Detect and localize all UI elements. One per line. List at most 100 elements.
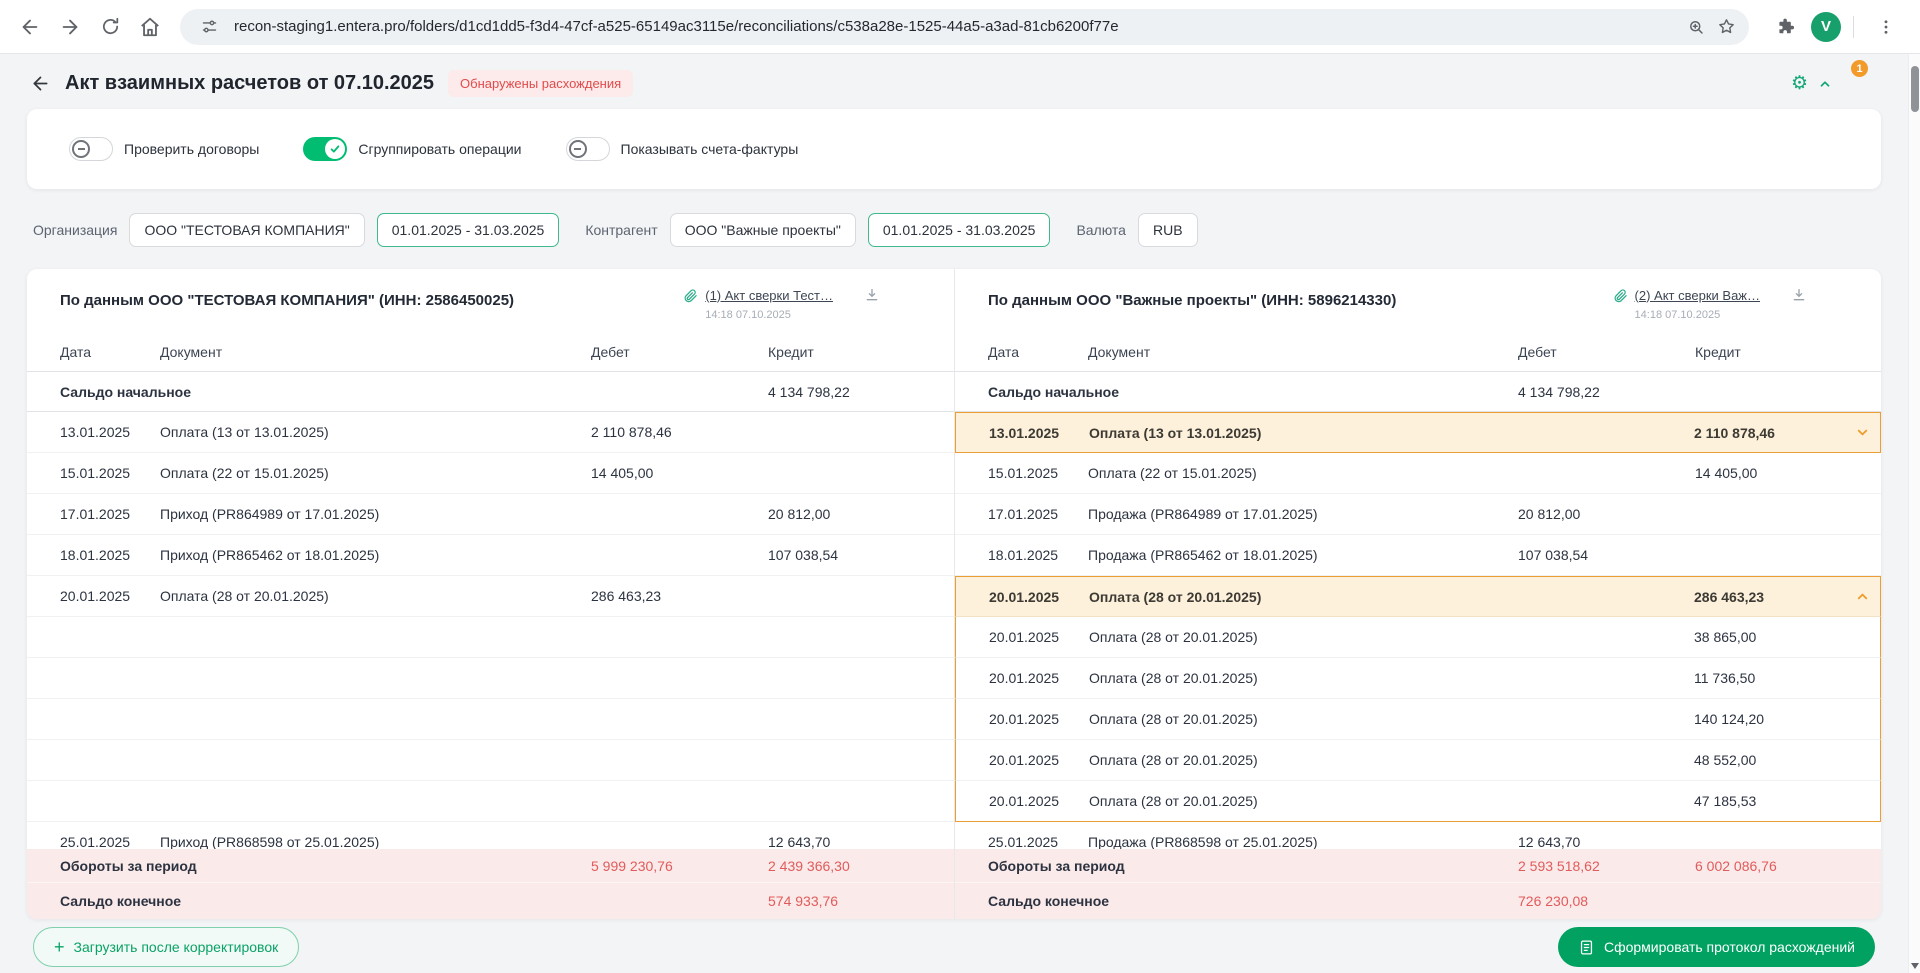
scrollbar-down-arrow[interactable]: [1911, 963, 1919, 969]
totals-debit: 2 593 518,62: [1518, 857, 1600, 874]
row-credit: 48 552,00: [1694, 752, 1757, 768]
row-label: Сальдо начальное: [988, 383, 1119, 400]
rows-area: Сальдо начальное 4 134 798,22 13.01.2025 Оп…: [27, 371, 954, 849]
reconciliation-table: По данным ООО "ТЕСТОВАЯ КОМПАНИЯ" (ИНН: …: [27, 269, 1881, 919]
chevron-up-icon[interactable]: [1844, 589, 1880, 604]
toggle-switch-off[interactable]: [69, 137, 113, 161]
grouped-operation-row[interactable]: 13.01.2025 Оплата (13 от 13.01.2025) 2 110…: [955, 412, 1881, 453]
row-debit: 12 643,70: [1518, 834, 1581, 849]
download-icon[interactable]: [864, 287, 880, 303]
scrollbar-thumb[interactable]: [1911, 66, 1919, 112]
row-date: 13.01.2025: [989, 424, 1060, 441]
toggle-switch-off[interactable]: [565, 137, 610, 161]
row-date: 20.01.2025: [989, 752, 1060, 768]
browser-forward-button[interactable]: [50, 7, 90, 47]
filters-row: Организация ООО "ТЕСТОВАЯ КОМПАНИЯ" 01.0…: [0, 189, 1908, 269]
row-label: Сальдо начальное: [60, 383, 191, 400]
currency-label: Валюта: [1076, 222, 1126, 238]
attachment-block: (2) Акт сверки Важ… 14:18 07.10.2025: [1613, 287, 1807, 321]
table-row: 20.01.2025 Оплата (28 от 20.01.2025) 11 73…: [955, 658, 1881, 699]
row-credit: 140 124,20: [1694, 711, 1765, 727]
puzzle-icon: [1778, 18, 1794, 34]
row-document: Оплата (28 от 20.01.2025): [1089, 588, 1262, 605]
row-document: Оплата (28 от 20.01.2025): [1089, 711, 1258, 727]
currency-select[interactable]: RUB: [1137, 213, 1198, 247]
browser-back-button[interactable]: [10, 7, 50, 47]
row-date: 20.01.2025: [989, 629, 1060, 645]
table-row: 18.01.2025 Продажа (PR865462 от 18.01.202…: [955, 535, 1881, 576]
page-scrollbar[interactable]: [1908, 54, 1920, 973]
table-row: [27, 658, 954, 699]
site-settings-icon[interactable]: [194, 12, 224, 42]
column-headers: Дата Документ Дебет Кредит: [27, 333, 954, 371]
row-debit: 20 812,00: [1518, 506, 1581, 522]
paperclip-icon: [1613, 288, 1628, 303]
row-document: Оплата (28 от 20.01.2025): [1089, 752, 1258, 768]
toggle-knob: [72, 140, 90, 158]
extensions-button[interactable]: [1765, 7, 1805, 47]
table-row: 17.01.2025 Продажа (PR864989 от 17.01.202…: [955, 494, 1881, 535]
row-document: Продажа (PR865462 от 18.01.2025): [1088, 547, 1318, 563]
page-back-arrow[interactable]: [30, 73, 51, 94]
collapse-chevron-icon[interactable]: [1818, 77, 1832, 91]
totals-debit: 5 999 230,76: [591, 857, 673, 874]
zoom-icon[interactable]: [1681, 12, 1711, 42]
attachment-link[interactable]: (2) Акт сверки Важ…: [1635, 288, 1760, 303]
totals-row: Обороты за период 2 593 518,62 6 002 086…: [955, 849, 1881, 883]
panel-title: По данным ООО "ТЕСТОВАЯ КОМПАНИЯ" (ИНН: …: [60, 292, 515, 309]
toggle-switch-on[interactable]: [303, 137, 348, 161]
toggle-check-contracts[interactable]: Проверить договоры: [69, 137, 259, 161]
upload-after-corrections-button[interactable]: + Загрузить после корректировок: [33, 927, 300, 967]
organization-period-select[interactable]: 01.01.2025 - 31.03.2025: [376, 213, 560, 247]
address-bar[interactable]: recon-staging1.entera.pro/folders/d1cd1d…: [180, 8, 1749, 45]
document-icon: [1578, 939, 1595, 956]
totals-credit: 6 002 086,76: [1695, 857, 1777, 874]
notification-badge[interactable]: 1: [1851, 60, 1868, 77]
column-date: Дата: [60, 344, 92, 360]
right-panel: По данным ООО "Важные проекты" (ИНН: 589…: [954, 269, 1881, 919]
row-date: 20.01.2025: [989, 711, 1060, 727]
toggle-group-operations[interactable]: Сгруппировать операции: [303, 137, 522, 161]
table-row: 20.01.2025 Оплата (28 от 20.01.2025) 38 86…: [955, 617, 1881, 658]
row-date: 15.01.2025: [988, 465, 1059, 481]
attachment-timestamp: 14:18 07.10.2025: [705, 309, 791, 321]
grouped-operation-row[interactable]: 20.01.2025 Оплата (28 от 20.01.2025) 286 4…: [955, 576, 1881, 617]
status-badge: Обнаружены расхождения: [448, 70, 634, 97]
row-document: Оплата (22 от 15.01.2025): [1088, 465, 1257, 481]
row-date: 20.01.2025: [989, 588, 1060, 605]
browser-home-button[interactable]: [130, 7, 170, 47]
toggles-card: Проверить договоры Сгруппировать операци…: [27, 109, 1881, 189]
row-debit: 14 405,00: [591, 465, 654, 481]
browser-menu-button[interactable]: [1866, 7, 1906, 47]
row-date: 13.01.2025: [60, 424, 131, 440]
bookmark-star-icon[interactable]: [1711, 12, 1741, 42]
profile-avatar[interactable]: V: [1811, 11, 1841, 42]
counterparty-period-select[interactable]: 01.01.2025 - 31.03.2025: [867, 213, 1051, 247]
row-credit: 286 463,23: [1694, 588, 1765, 605]
chevron-down-icon[interactable]: [1844, 425, 1880, 440]
row-credit: 38 865,00: [1694, 629, 1757, 645]
row-document: Оплата (28 от 20.01.2025): [160, 588, 329, 604]
settings-gear-icon[interactable]: ⚙: [1791, 74, 1808, 93]
table-row: [27, 781, 954, 822]
row-document: Оплата (28 от 20.01.2025): [1089, 629, 1258, 645]
paperclip-icon: [683, 288, 698, 303]
generate-protocol-button[interactable]: Сформировать протокол расхождений: [1557, 927, 1875, 967]
row-document: Оплата (28 от 20.01.2025): [1089, 670, 1258, 686]
toggle-show-invoices[interactable]: Показывать счета-фактуры: [565, 137, 798, 161]
panel-title: По данным ООО "Важные проекты" (ИНН: 589…: [988, 292, 1397, 309]
row-credit: 11 736,50: [1694, 670, 1756, 686]
toggle-knob: [568, 140, 587, 158]
download-icon[interactable]: [1791, 287, 1807, 303]
url-text[interactable]: recon-staging1.entera.pro/folders/d1cd1d…: [234, 18, 1681, 35]
column-document: Документ: [1088, 344, 1151, 360]
attachment-link[interactable]: (1) Акт сверки Тест…: [705, 288, 833, 303]
row-date: 17.01.2025: [988, 506, 1059, 522]
table-row: 20.01.2025 Оплата (28 от 20.01.2025) 48 55…: [955, 740, 1881, 781]
organization-select[interactable]: ООО "ТЕСТОВАЯ КОМПАНИЯ": [129, 213, 365, 247]
table-row: 18.01.2025 Приход (PR865462 от 18.01.2025…: [27, 535, 954, 576]
browser-reload-button[interactable]: [90, 7, 130, 47]
counterparty-select[interactable]: ООО "Важные проекты": [669, 213, 856, 247]
row-date: 17.01.2025: [60, 506, 131, 522]
table-row: 17.01.2025 Приход (PR864989 от 17.01.2025…: [27, 494, 954, 535]
